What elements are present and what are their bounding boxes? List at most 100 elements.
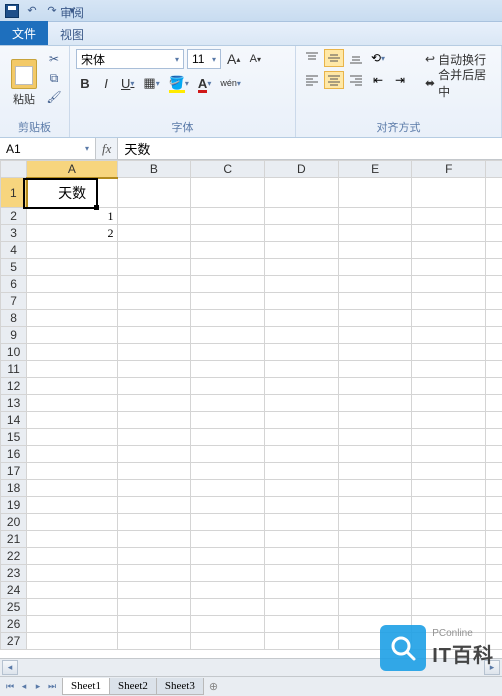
cell-C7[interactable] xyxy=(191,293,265,310)
row-header-24[interactable]: 24 xyxy=(1,582,27,599)
cell-E18[interactable] xyxy=(338,480,412,497)
bold-button[interactable]: B xyxy=(76,73,94,93)
row-header-7[interactable]: 7 xyxy=(1,293,27,310)
cell-B11[interactable] xyxy=(117,361,191,378)
cell-B25[interactable] xyxy=(117,599,191,616)
italic-button[interactable]: I xyxy=(97,73,115,93)
cell-D11[interactable] xyxy=(265,361,339,378)
cell-B26[interactable] xyxy=(117,616,191,633)
cell-G6[interactable] xyxy=(486,276,502,293)
col-header-D[interactable]: D xyxy=(265,161,339,178)
row-header-14[interactable]: 14 xyxy=(1,412,27,429)
cell-E8[interactable] xyxy=(338,310,412,327)
cell-D22[interactable] xyxy=(265,548,339,565)
cell-A5[interactable] xyxy=(27,259,117,276)
cell-G13[interactable] xyxy=(486,395,502,412)
cell-A19[interactable] xyxy=(27,497,117,514)
cell-E19[interactable] xyxy=(338,497,412,514)
cell-A13[interactable] xyxy=(27,395,117,412)
cell-B7[interactable] xyxy=(117,293,191,310)
sheet-tab-Sheet3[interactable]: Sheet3 xyxy=(156,678,204,695)
cell-B18[interactable] xyxy=(117,480,191,497)
cell-G22[interactable] xyxy=(486,548,502,565)
cell-C23[interactable] xyxy=(191,565,265,582)
sheet-nav-prev[interactable]: ◂ xyxy=(17,679,31,695)
cell-D20[interactable] xyxy=(265,514,339,531)
cell-D12[interactable] xyxy=(265,378,339,395)
cell-A1[interactable]: 天数 xyxy=(27,178,117,208)
cell-F8[interactable] xyxy=(412,310,486,327)
cell-G21[interactable] xyxy=(486,531,502,548)
cell-B19[interactable] xyxy=(117,497,191,514)
font-size-select[interactable]: 11▾ xyxy=(187,49,221,69)
cell-E2[interactable] xyxy=(338,208,412,225)
row-header-19[interactable]: 19 xyxy=(1,497,27,514)
cell-C9[interactable] xyxy=(191,327,265,344)
col-header-A[interactable]: A xyxy=(27,161,117,178)
cell-C14[interactable] xyxy=(191,412,265,429)
cell-C19[interactable] xyxy=(191,497,265,514)
decrease-indent-icon[interactable]: ⇤ xyxy=(368,71,388,89)
cell-D18[interactable] xyxy=(265,480,339,497)
cell-C13[interactable] xyxy=(191,395,265,412)
cell-A3[interactable]: 2 xyxy=(27,225,117,242)
cell-D25[interactable] xyxy=(265,599,339,616)
row-header-8[interactable]: 8 xyxy=(1,310,27,327)
cell-E23[interactable] xyxy=(338,565,412,582)
row-header-11[interactable]: 11 xyxy=(1,361,27,378)
row-header-10[interactable]: 10 xyxy=(1,344,27,361)
cell-D16[interactable] xyxy=(265,446,339,463)
cell-G20[interactable] xyxy=(486,514,502,531)
align-left-icon[interactable] xyxy=(302,71,322,89)
increase-indent-icon[interactable]: ⇥ xyxy=(390,71,410,89)
cell-A23[interactable] xyxy=(27,565,117,582)
cell-D1[interactable] xyxy=(265,178,339,208)
cell-E10[interactable] xyxy=(338,344,412,361)
cell-F3[interactable] xyxy=(412,225,486,242)
cell-B5[interactable] xyxy=(117,259,191,276)
sheet-tab-Sheet2[interactable]: Sheet2 xyxy=(109,678,157,695)
cell-C3[interactable] xyxy=(191,225,265,242)
row-header-18[interactable]: 18 xyxy=(1,480,27,497)
cell-C6[interactable] xyxy=(191,276,265,293)
cell-D10[interactable] xyxy=(265,344,339,361)
cell-D21[interactable] xyxy=(265,531,339,548)
cell-B17[interactable] xyxy=(117,463,191,480)
align-middle-icon[interactable] xyxy=(324,49,344,67)
cell-G19[interactable] xyxy=(486,497,502,514)
increase-font-icon[interactable]: A▴ xyxy=(224,49,243,69)
orientation-icon[interactable]: ⟲▾ xyxy=(368,49,388,67)
cell-G5[interactable] xyxy=(486,259,502,276)
cell-A16[interactable] xyxy=(27,446,117,463)
cell-D7[interactable] xyxy=(265,293,339,310)
cell-E6[interactable] xyxy=(338,276,412,293)
decrease-font-icon[interactable]: A▾ xyxy=(246,49,264,69)
cell-D14[interactable] xyxy=(265,412,339,429)
copy-icon[interactable]: ⧉ xyxy=(46,70,62,86)
cell-G9[interactable] xyxy=(486,327,502,344)
cell-A11[interactable] xyxy=(27,361,117,378)
cell-E3[interactable] xyxy=(338,225,412,242)
cell-B12[interactable] xyxy=(117,378,191,395)
cell-F16[interactable] xyxy=(412,446,486,463)
row-header-6[interactable]: 6 xyxy=(1,276,27,293)
cell-F13[interactable] xyxy=(412,395,486,412)
cell-F9[interactable] xyxy=(412,327,486,344)
cell-E7[interactable] xyxy=(338,293,412,310)
undo-button[interactable]: ↶ xyxy=(24,3,40,19)
cell-E12[interactable] xyxy=(338,378,412,395)
cell-C5[interactable] xyxy=(191,259,265,276)
name-box[interactable]: A1 ▾ xyxy=(0,138,96,159)
cell-A9[interactable] xyxy=(27,327,117,344)
cell-D17[interactable] xyxy=(265,463,339,480)
cell-C2[interactable] xyxy=(191,208,265,225)
cell-G25[interactable] xyxy=(486,599,502,616)
cell-G18[interactable] xyxy=(486,480,502,497)
cell-A27[interactable] xyxy=(27,633,117,650)
cell-G23[interactable] xyxy=(486,565,502,582)
cell-B6[interactable] xyxy=(117,276,191,293)
row-header-17[interactable]: 17 xyxy=(1,463,27,480)
align-center-icon[interactable] xyxy=(324,71,344,89)
cell-F18[interactable] xyxy=(412,480,486,497)
cell-A6[interactable] xyxy=(27,276,117,293)
